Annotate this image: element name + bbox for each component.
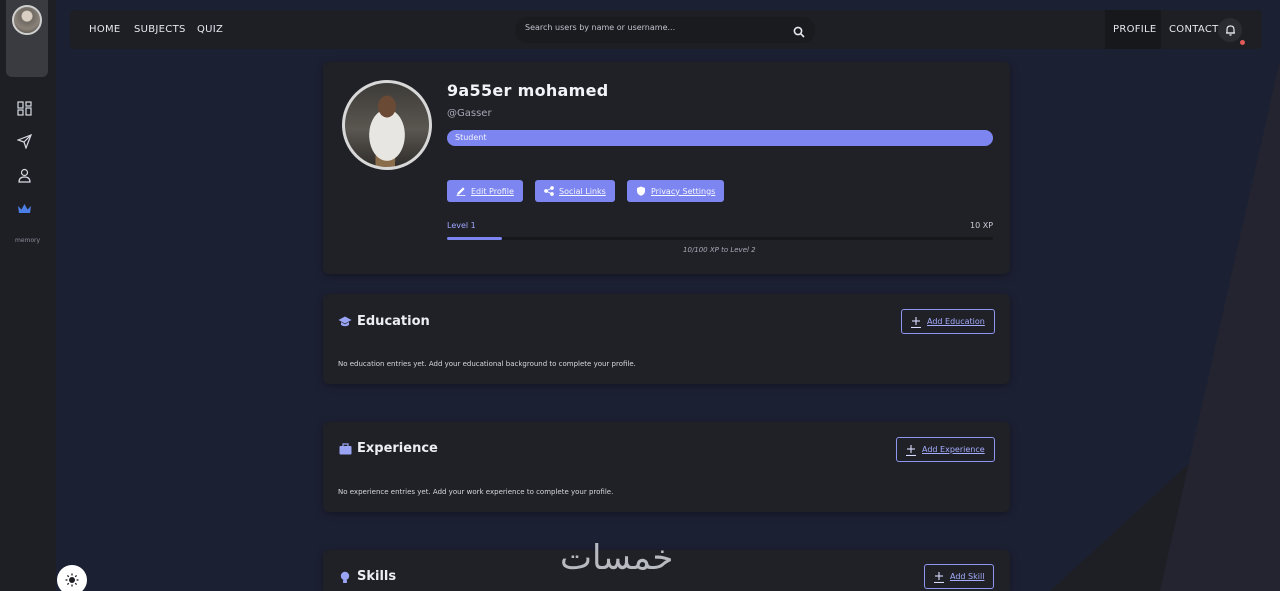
share-icon <box>544 186 554 196</box>
nav-quiz[interactable]: QUIZ <box>197 24 223 35</box>
add-education-button[interactable]: Add Education <box>901 309 995 334</box>
send-icon[interactable] <box>16 133 32 149</box>
pencil-icon <box>456 187 466 196</box>
profile-photo[interactable] <box>342 80 432 170</box>
skills-title: Skills <box>357 569 397 584</box>
experience-empty-text: No experience entries yet. Add your work… <box>338 488 614 496</box>
plus-icon <box>934 571 944 583</box>
level-label: Level 1 <box>447 221 476 230</box>
theme-toggle-button[interactable] <box>57 565 87 591</box>
add-experience-label: Add Experience <box>922 445 985 454</box>
search-bar <box>515 17 815 43</box>
role-label: Student <box>455 133 487 142</box>
crown-icon[interactable] <box>16 201 32 217</box>
profile-name: 9a55er mohamed <box>447 81 609 100</box>
xp-next-level: 10/100 XP to Level 2 <box>683 246 756 254</box>
add-skill-button[interactable]: Add Skill <box>924 564 995 589</box>
top-navbar: HOME SUBJECTS QUIZ PROFILE CONTACT <box>70 10 1262 49</box>
dashboard-icon[interactable] <box>16 100 32 116</box>
xp-total: 10 XP <box>970 221 994 230</box>
add-education-label: Add Education <box>927 317 985 326</box>
user-icon[interactable] <box>16 167 32 183</box>
add-experience-button[interactable]: Add Experience <box>896 437 995 462</box>
education-card: Education Add Education No education ent… <box>323 294 1010 384</box>
nav-subjects[interactable]: SUBJECTS <box>134 24 186 35</box>
sun-icon <box>65 573 79 587</box>
shield-icon <box>637 186 645 196</box>
nav-home[interactable]: HOME <box>89 24 121 35</box>
xp-progress-bar <box>447 237 993 240</box>
briefcase-icon <box>338 442 352 456</box>
profile-card: 9a55er mohamed @Gasser Student Edit Prof… <box>323 62 1010 274</box>
add-skill-label: Add Skill <box>950 572 985 581</box>
social-links-label: Social Links <box>559 186 606 196</box>
nav-contact[interactable]: CONTACT <box>1169 24 1219 35</box>
nav-profile[interactable]: PROFILE <box>1113 24 1157 35</box>
privacy-settings-label: Privacy Settings <box>651 186 716 196</box>
search-icon[interactable] <box>793 23 805 42</box>
xp-progress-fill <box>447 237 502 240</box>
notification-dot <box>1240 40 1245 45</box>
bell-icon <box>1225 25 1235 36</box>
edit-profile-button[interactable]: Edit Profile <box>447 180 523 202</box>
experience-title: Experience <box>357 441 438 456</box>
social-links-button[interactable]: Social Links <box>535 180 615 202</box>
search-input[interactable] <box>525 23 775 32</box>
graduation-cap-icon <box>338 315 352 329</box>
role-badge: Student <box>447 130 993 146</box>
sidebar-label: memory <box>15 237 41 244</box>
lightbulb-icon <box>338 570 352 584</box>
edit-profile-label: Edit Profile <box>471 186 514 196</box>
plus-icon <box>911 316 921 328</box>
notification-button[interactable] <box>1218 18 1242 42</box>
education-empty-text: No education entries yet. Add your educa… <box>338 360 636 368</box>
sidebar: memory <box>0 0 56 591</box>
profile-username: @Gasser <box>447 108 492 119</box>
sidebar-avatar[interactable] <box>12 5 42 35</box>
watermark: خمسات <box>560 538 674 578</box>
plus-icon <box>906 444 916 456</box>
privacy-settings-button[interactable]: Privacy Settings <box>627 180 725 202</box>
experience-card: Experience Add Experience No experience … <box>323 422 1010 512</box>
education-title: Education <box>357 314 430 329</box>
